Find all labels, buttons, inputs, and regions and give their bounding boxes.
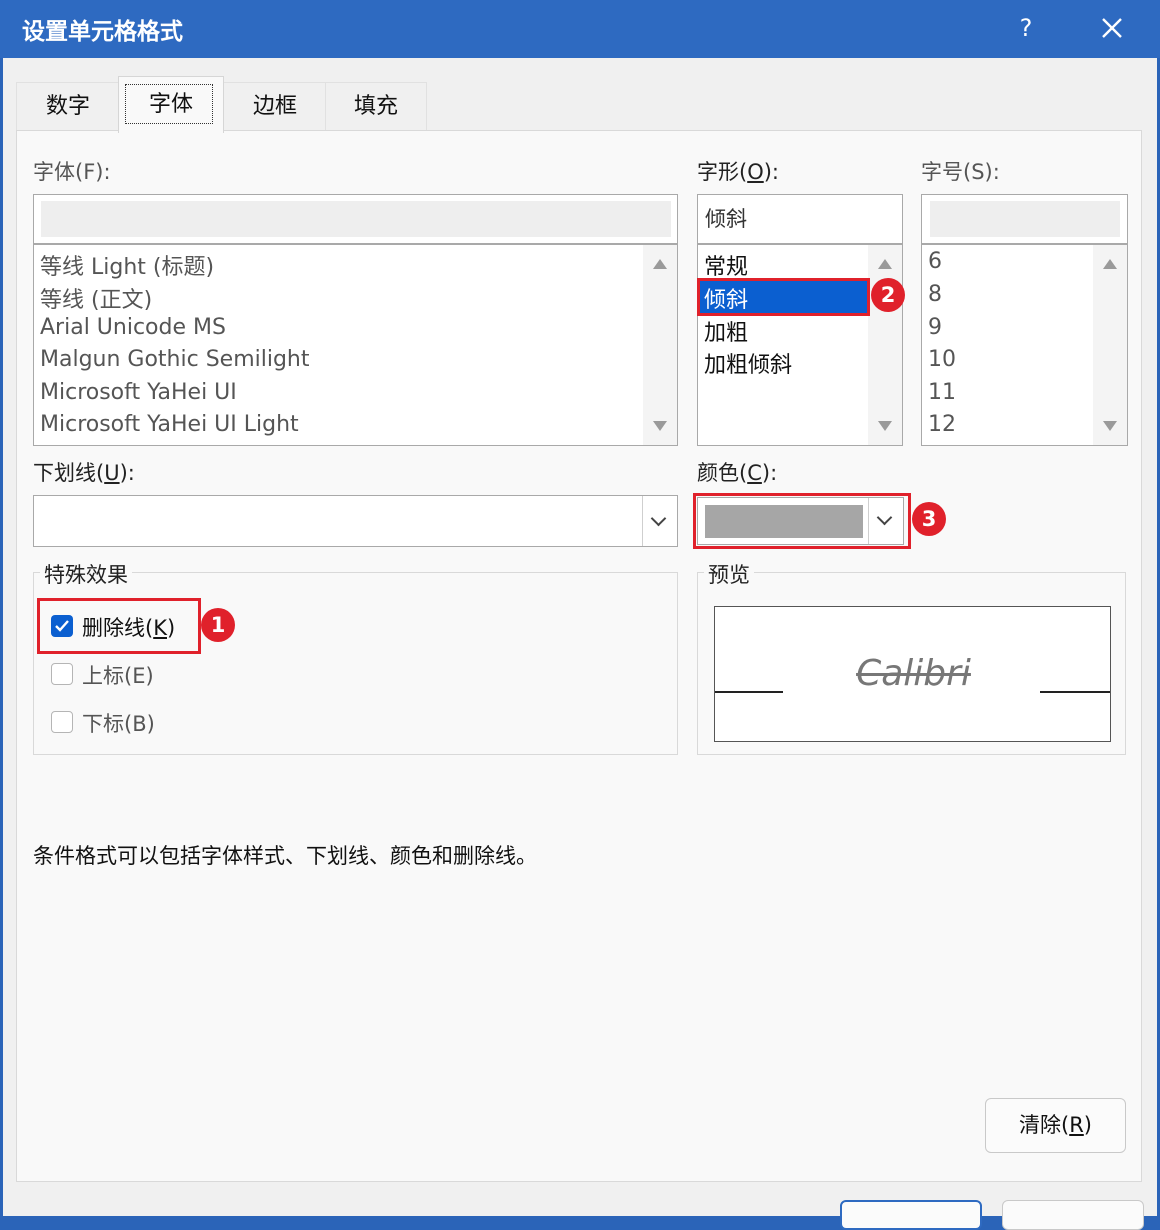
- size-label: 字号(S):: [921, 160, 1000, 184]
- highlight-box-1: [37, 598, 201, 654]
- style-input[interactable]: 倾斜: [697, 194, 903, 244]
- dialog-titlebar: 设置单元格格式 ?: [0, 0, 1160, 58]
- effects-group-title: 特殊效果: [40, 559, 132, 589]
- size-input[interactable]: [921, 194, 1128, 244]
- size-list-item[interactable]: 6: [928, 249, 942, 274]
- tab-number[interactable]: 数字: [16, 82, 120, 131]
- font-list-item[interactable]: Malgun Gothic Semilight: [40, 347, 310, 372]
- scroll-down-icon[interactable]: [1103, 421, 1117, 431]
- preview-group-title: 预览: [704, 559, 754, 589]
- underline-dropdown-button[interactable]: [642, 496, 677, 546]
- conditional-format-note: 条件格式可以包括字体样式、下划线、颜色和删除线。: [33, 844, 537, 868]
- underline-label: 下划线(U):: [33, 461, 135, 485]
- dialog-title: 设置单元格格式: [22, 19, 183, 45]
- style-list[interactable]: 常规 倾斜 加粗 加粗倾斜: [697, 244, 903, 446]
- font-input[interactable]: [33, 194, 678, 244]
- preview-sample-text: Calibri: [856, 653, 971, 694]
- subscript-checkbox[interactable]: [51, 711, 73, 733]
- style-list-item[interactable]: 常规: [704, 249, 748, 281]
- size-list-item[interactable]: 8: [928, 282, 942, 307]
- size-list-item[interactable]: 9: [928, 315, 942, 340]
- help-button[interactable]: ?: [1008, 10, 1044, 46]
- clear-button[interactable]: 清除(R): [985, 1098, 1126, 1153]
- style-label: 字形(O):: [697, 160, 780, 184]
- cancel-button[interactable]: [1002, 1200, 1144, 1230]
- close-button[interactable]: [1094, 10, 1130, 46]
- font-list-item[interactable]: Microsoft YaHei UI Light: [40, 412, 299, 437]
- font-list-item[interactable]: 等线 Light (标题): [40, 249, 214, 281]
- scroll-up-icon[interactable]: [1103, 259, 1117, 269]
- superscript-checkbox[interactable]: [51, 663, 73, 685]
- style-list-scrollbar[interactable]: [868, 245, 902, 445]
- font-list[interactable]: 等线 Light (标题) 等线 (正文) Arial Unicode MS M…: [33, 244, 678, 446]
- color-label: 颜色(C):: [697, 461, 778, 485]
- size-list-scrollbar[interactable]: [1093, 245, 1127, 445]
- size-list-item[interactable]: 12: [928, 412, 956, 437]
- close-icon: [1102, 18, 1122, 38]
- style-list-item[interactable]: 加粗: [704, 315, 748, 347]
- subscript-label[interactable]: 下标(B): [82, 708, 155, 738]
- font-list-item[interactable]: Arial Unicode MS: [40, 315, 226, 340]
- scroll-up-icon[interactable]: [878, 259, 892, 269]
- tab-focus-outline: [125, 84, 213, 124]
- font-list-item[interactable]: 等线 (正文): [40, 282, 152, 314]
- highlight-box-3: [693, 493, 911, 549]
- font-list-item[interactable]: Microsoft YaHei UI: [40, 380, 237, 405]
- scroll-up-icon[interactable]: [653, 259, 667, 269]
- tab-fill[interactable]: 填充: [325, 82, 427, 131]
- annotation-badge-3: 3: [912, 502, 946, 536]
- scroll-down-icon[interactable]: [878, 421, 892, 431]
- size-list[interactable]: 6 8 9 10 11 12: [921, 244, 1128, 446]
- underline-select[interactable]: [33, 495, 678, 547]
- annotation-badge-1: 1: [201, 608, 235, 642]
- highlight-box-2: [697, 278, 870, 316]
- ok-button[interactable]: [840, 1200, 982, 1230]
- font-label: 字体(F):: [33, 160, 111, 184]
- chevron-down-icon: [650, 510, 667, 527]
- style-input-value: 倾斜: [705, 207, 747, 231]
- tab-border[interactable]: 边框: [223, 82, 327, 131]
- preview-box: Calibri: [714, 606, 1111, 742]
- style-list-item[interactable]: 加粗倾斜: [704, 347, 792, 379]
- size-list-item[interactable]: 10: [928, 347, 956, 372]
- font-list-scrollbar[interactable]: [643, 245, 677, 445]
- scroll-down-icon[interactable]: [653, 421, 667, 431]
- size-list-item[interactable]: 11: [928, 380, 956, 405]
- superscript-label[interactable]: 上标(E): [82, 660, 154, 690]
- annotation-badge-2: 2: [871, 278, 905, 312]
